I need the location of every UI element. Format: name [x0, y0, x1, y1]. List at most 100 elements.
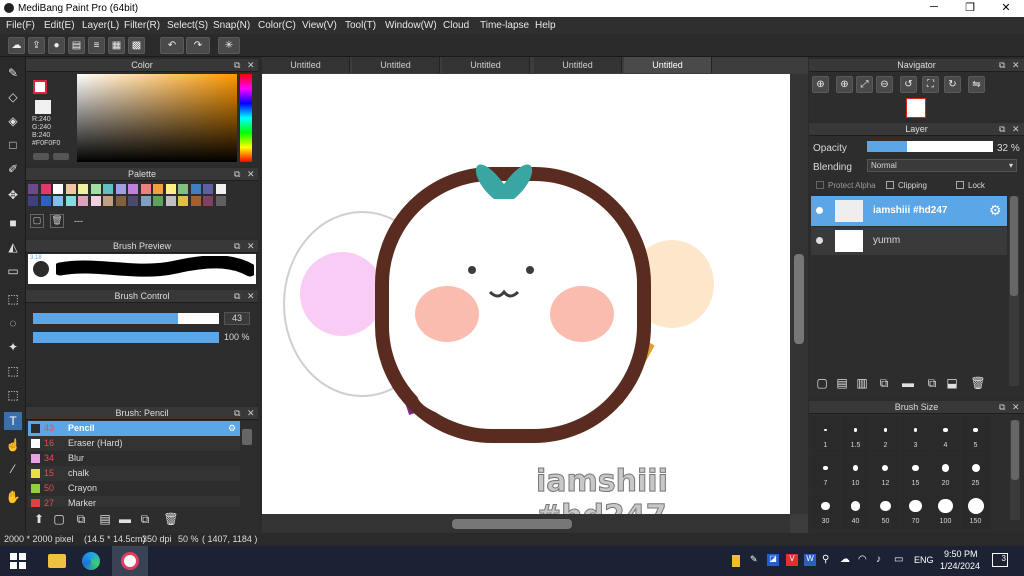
new-halftone-layer-icon[interactable]: ▤ — [833, 374, 851, 392]
windows-start-icon[interactable] — [10, 553, 26, 569]
select-eraser-icon[interactable]: ⬚ — [4, 386, 22, 404]
notifications-icon[interactable]: 3 — [992, 553, 1008, 567]
brush-size-cell[interactable]: 1 — [811, 416, 840, 453]
palette-swatch[interactable] — [215, 184, 226, 194]
brush-item[interactable]: 16 Eraser (Hard) — [28, 436, 240, 451]
hand-tool-icon[interactable]: ✋ — [4, 488, 22, 506]
palette-swatch[interactable] — [28, 184, 38, 194]
brush-size-cell[interactable]: 10 — [841, 454, 870, 491]
brush-size-cell[interactable]: 2 — [871, 416, 900, 453]
shield-icon[interactable] — [732, 555, 740, 567]
palette-swatch[interactable] — [128, 184, 138, 194]
palette-swatch[interactable] — [90, 184, 101, 194]
close-button[interactable]: ✕ — [996, 1, 1016, 14]
rectangle-tool-icon[interactable]: □ — [4, 136, 22, 154]
rotate-right-icon[interactable]: ↻ — [944, 76, 961, 93]
brush-size-cell[interactable]: 4 — [931, 416, 960, 453]
text-tool-icon[interactable]: T — [4, 412, 22, 430]
document-tab[interactable]: Untitled — [534, 57, 622, 73]
panel-close-icon[interactable]: ✕ — [1012, 401, 1020, 414]
notes-icon[interactable]: ✎ — [750, 554, 762, 566]
brush-size-value[interactable]: 43 — [224, 312, 250, 325]
visibility-icon[interactable] — [816, 237, 823, 244]
palette-swatch[interactable] — [153, 184, 163, 194]
menu-tool[interactable]: Tool(T) — [345, 20, 376, 31]
add-brush-icon[interactable]: ⬆ — [30, 510, 48, 528]
palette-swatch[interactable] — [165, 196, 176, 206]
brush-size-cell[interactable]: 30 — [811, 492, 840, 529]
panel-close-icon[interactable]: ✕ — [247, 407, 255, 420]
comment-icon[interactable]: ● — [48, 37, 65, 54]
magic-wand-icon[interactable]: ✦ — [4, 338, 22, 356]
palette-swatch[interactable] — [53, 196, 63, 206]
layer-folder-icon[interactable]: ▬ — [899, 374, 917, 392]
panel-undock-icon[interactable]: ⧉ — [234, 240, 240, 253]
battery-icon[interactable]: ▭ — [894, 554, 906, 566]
add-layer-dropdown-icon[interactable]: ⧉ — [875, 374, 893, 392]
menu-view[interactable]: View(V) — [302, 20, 337, 31]
language-indicator[interactable]: ENG — [914, 555, 934, 565]
palette-swatch[interactable] — [203, 196, 213, 206]
zoom-out-icon[interactable]: ⊖ — [876, 76, 893, 93]
brush-size-scrollbar[interactable] — [1010, 420, 1020, 520]
menu-timelapse[interactable]: Time-lapse — [480, 20, 529, 31]
fit-icon[interactable]: ⤢ — [856, 76, 873, 93]
palette-swatch[interactable] — [178, 184, 188, 194]
menu-window[interactable]: Window(W) — [385, 20, 437, 31]
palette-swatch[interactable] — [53, 184, 63, 194]
undo-icon[interactable]: ↶ — [160, 37, 184, 54]
layer-row-selected[interactable]: iamshiii #hd247 ⚙ — [811, 196, 1007, 226]
panel-undock-icon[interactable]: ⧉ — [999, 123, 1005, 136]
document-tab[interactable]: Untitled — [442, 57, 530, 73]
medibang-taskbar-button[interactable] — [112, 546, 148, 576]
fullscreen-icon[interactable]: ⛶ — [922, 76, 939, 93]
layer-scrollbar[interactable] — [1009, 196, 1019, 386]
move-tool-icon[interactable]: ✥ — [4, 186, 22, 204]
palette-swatch[interactable] — [140, 184, 151, 194]
brush-size-cell[interactable]: 15 — [901, 454, 930, 491]
select-pen-icon[interactable]: ⬚ — [4, 362, 22, 380]
brush-size-cell[interactable]: 12 — [871, 454, 900, 491]
palette-swatch[interactable] — [203, 184, 213, 194]
panel-undock-icon[interactable]: ⧉ — [234, 290, 240, 303]
palette-swatch[interactable] — [115, 196, 126, 206]
document-tab[interactable]: Untitled — [352, 57, 440, 73]
protect-alpha-checkbox[interactable] — [816, 181, 824, 189]
palette-swatch[interactable] — [165, 184, 176, 194]
tiles-icon[interactable]: ▩ — [128, 37, 145, 54]
palette-swatch-grid[interactable] — [28, 184, 244, 206]
eyedropper-tool-icon[interactable]: ⁄ — [4, 460, 22, 478]
delete-layer-icon[interactable]: 🗑 — [969, 374, 987, 392]
palette-swatch[interactable] — [103, 184, 113, 194]
brush-tool-icon[interactable]: ✎ — [4, 64, 22, 82]
brush-item[interactable]: 34 Blur — [28, 451, 240, 466]
panel-close-icon[interactable]: ✕ — [1012, 59, 1020, 72]
stamp-tool-icon[interactable]: ◈ — [4, 112, 22, 130]
menu-layer[interactable]: Layer(L) — [82, 20, 119, 31]
brush-settings-icon[interactable]: ⧉ — [72, 510, 90, 528]
redo-icon[interactable]: ↷ — [186, 37, 210, 54]
palette-swatch[interactable] — [65, 184, 76, 194]
new-8bit-layer-icon[interactable]: ▥ — [853, 374, 871, 392]
panel-close-icon[interactable]: ✕ — [247, 59, 255, 72]
zoom-in-icon[interactable]: ⊕ — [836, 76, 853, 93]
cloud-icon[interactable]: ☁ — [8, 37, 25, 54]
new-layer-icon[interactable]: ▢ — [813, 374, 831, 392]
volume-icon[interactable]: ♪ — [876, 554, 888, 566]
bucket-tool-icon[interactable]: ◭ — [4, 238, 22, 256]
menu-filter[interactable]: Filter(R) — [124, 20, 160, 31]
palette-swatch[interactable] — [40, 196, 51, 206]
color-saturation-field[interactable] — [77, 74, 237, 162]
eraser-tool-icon[interactable]: ◇ — [4, 88, 22, 106]
palette-swatch[interactable] — [40, 184, 51, 194]
select-tool-icon[interactable]: ⬚ — [4, 290, 22, 308]
panel-close-icon[interactable]: ✕ — [247, 168, 255, 181]
menu-select[interactable]: Select(S) — [167, 20, 208, 31]
brush-item[interactable]: 27 Marker — [28, 496, 240, 507]
word-icon[interactable]: W — [804, 554, 816, 566]
gear-icon[interactable]: ⚙ — [228, 421, 236, 436]
layer-opacity-slider[interactable] — [867, 141, 993, 152]
file-explorer-icon[interactable] — [48, 554, 66, 568]
lasso-tool-icon[interactable]: ◌ — [4, 314, 22, 332]
color-mode-button[interactable] — [33, 153, 49, 160]
